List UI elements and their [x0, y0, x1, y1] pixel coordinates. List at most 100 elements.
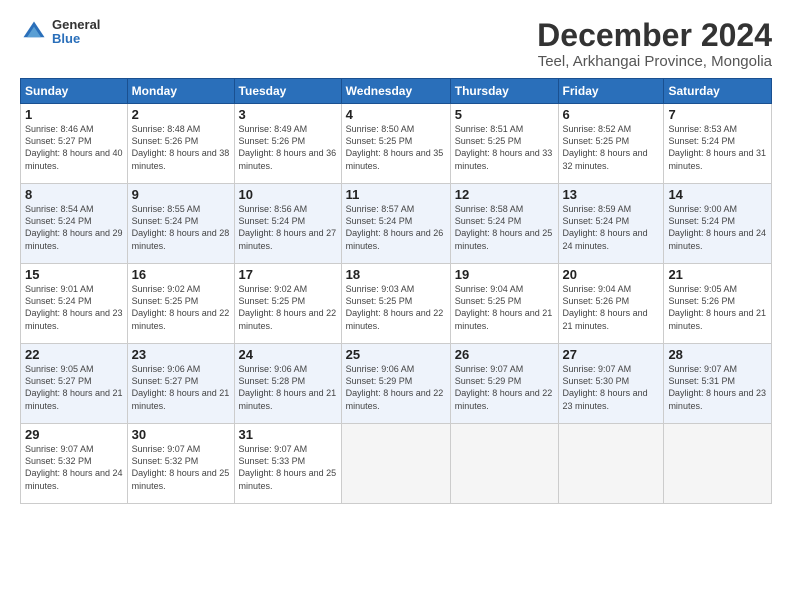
- day-cell: 20Sunrise: 9:04 AM Sunset: 5:26 PM Dayli…: [558, 264, 664, 344]
- day-info: Sunrise: 8:58 AM Sunset: 5:24 PM Dayligh…: [455, 203, 554, 252]
- day-number: 7: [668, 107, 767, 122]
- day-number: 26: [455, 347, 554, 362]
- day-cell: 4Sunrise: 8:50 AM Sunset: 5:25 PM Daylig…: [341, 104, 450, 184]
- day-cell: 22Sunrise: 9:05 AM Sunset: 5:27 PM Dayli…: [21, 344, 128, 424]
- day-cell: 15Sunrise: 9:01 AM Sunset: 5:24 PM Dayli…: [21, 264, 128, 344]
- day-info: Sunrise: 8:55 AM Sunset: 5:24 PM Dayligh…: [132, 203, 230, 252]
- week-row-4: 22Sunrise: 9:05 AM Sunset: 5:27 PM Dayli…: [21, 344, 772, 424]
- day-cell: 27Sunrise: 9:07 AM Sunset: 5:30 PM Dayli…: [558, 344, 664, 424]
- day-cell: [450, 424, 558, 504]
- col-tuesday: Tuesday: [234, 79, 341, 104]
- day-number: 23: [132, 347, 230, 362]
- day-info: Sunrise: 9:07 AM Sunset: 5:33 PM Dayligh…: [239, 443, 337, 492]
- day-info: Sunrise: 8:49 AM Sunset: 5:26 PM Dayligh…: [239, 123, 337, 172]
- day-info: Sunrise: 9:00 AM Sunset: 5:24 PM Dayligh…: [668, 203, 767, 252]
- day-number: 5: [455, 107, 554, 122]
- day-cell: 18Sunrise: 9:03 AM Sunset: 5:25 PM Dayli…: [341, 264, 450, 344]
- day-info: Sunrise: 9:07 AM Sunset: 5:32 PM Dayligh…: [25, 443, 123, 492]
- day-cell: 21Sunrise: 9:05 AM Sunset: 5:26 PM Dayli…: [664, 264, 772, 344]
- day-cell: 2Sunrise: 8:48 AM Sunset: 5:26 PM Daylig…: [127, 104, 234, 184]
- day-info: Sunrise: 9:07 AM Sunset: 5:29 PM Dayligh…: [455, 363, 554, 412]
- day-info: Sunrise: 9:04 AM Sunset: 5:26 PM Dayligh…: [563, 283, 660, 332]
- logo-general-label: General: [52, 18, 100, 32]
- header-row: Sunday Monday Tuesday Wednesday Thursday…: [21, 79, 772, 104]
- calendar-table: Sunday Monday Tuesday Wednesday Thursday…: [20, 78, 772, 504]
- day-cell: 25Sunrise: 9:06 AM Sunset: 5:29 PM Dayli…: [341, 344, 450, 424]
- day-cell: 1Sunrise: 8:46 AM Sunset: 5:27 PM Daylig…: [21, 104, 128, 184]
- day-number: 9: [132, 187, 230, 202]
- day-number: 12: [455, 187, 554, 202]
- day-info: Sunrise: 8:46 AM Sunset: 5:27 PM Dayligh…: [25, 123, 123, 172]
- col-thursday: Thursday: [450, 79, 558, 104]
- day-info: Sunrise: 8:57 AM Sunset: 5:24 PM Dayligh…: [346, 203, 446, 252]
- day-number: 19: [455, 267, 554, 282]
- day-info: Sunrise: 9:05 AM Sunset: 5:27 PM Dayligh…: [25, 363, 123, 412]
- logo-text: General Blue: [52, 18, 100, 47]
- logo-icon: [20, 18, 48, 46]
- day-number: 16: [132, 267, 230, 282]
- day-cell: 6Sunrise: 8:52 AM Sunset: 5:25 PM Daylig…: [558, 104, 664, 184]
- day-number: 4: [346, 107, 446, 122]
- day-cell: 29Sunrise: 9:07 AM Sunset: 5:32 PM Dayli…: [21, 424, 128, 504]
- day-cell: [558, 424, 664, 504]
- day-cell: 24Sunrise: 9:06 AM Sunset: 5:28 PM Dayli…: [234, 344, 341, 424]
- day-cell: 17Sunrise: 9:02 AM Sunset: 5:25 PM Dayli…: [234, 264, 341, 344]
- day-cell: 23Sunrise: 9:06 AM Sunset: 5:27 PM Dayli…: [127, 344, 234, 424]
- day-info: Sunrise: 9:03 AM Sunset: 5:25 PM Dayligh…: [346, 283, 446, 332]
- week-row-5: 29Sunrise: 9:07 AM Sunset: 5:32 PM Dayli…: [21, 424, 772, 504]
- day-number: 27: [563, 347, 660, 362]
- day-cell: 8Sunrise: 8:54 AM Sunset: 5:24 PM Daylig…: [21, 184, 128, 264]
- day-info: Sunrise: 9:02 AM Sunset: 5:25 PM Dayligh…: [239, 283, 337, 332]
- col-saturday: Saturday: [664, 79, 772, 104]
- calendar-subtitle: Teel, Arkhangai Province, Mongolia: [537, 53, 772, 70]
- header: General Blue December 2024 Teel, Arkhang…: [20, 18, 772, 70]
- day-info: Sunrise: 8:54 AM Sunset: 5:24 PM Dayligh…: [25, 203, 123, 252]
- day-number: 6: [563, 107, 660, 122]
- day-number: 10: [239, 187, 337, 202]
- logo-blue-label: Blue: [52, 32, 100, 46]
- day-cell: 19Sunrise: 9:04 AM Sunset: 5:25 PM Dayli…: [450, 264, 558, 344]
- day-cell: 7Sunrise: 8:53 AM Sunset: 5:24 PM Daylig…: [664, 104, 772, 184]
- day-info: Sunrise: 9:04 AM Sunset: 5:25 PM Dayligh…: [455, 283, 554, 332]
- day-number: 3: [239, 107, 337, 122]
- day-cell: 14Sunrise: 9:00 AM Sunset: 5:24 PM Dayli…: [664, 184, 772, 264]
- day-number: 15: [25, 267, 123, 282]
- title-block: December 2024 Teel, Arkhangai Province, …: [537, 18, 772, 70]
- calendar-title: December 2024: [537, 18, 772, 53]
- day-number: 30: [132, 427, 230, 442]
- day-number: 11: [346, 187, 446, 202]
- day-number: 1: [25, 107, 123, 122]
- col-friday: Friday: [558, 79, 664, 104]
- day-info: Sunrise: 8:48 AM Sunset: 5:26 PM Dayligh…: [132, 123, 230, 172]
- day-info: Sunrise: 9:07 AM Sunset: 5:30 PM Dayligh…: [563, 363, 660, 412]
- day-cell: 13Sunrise: 8:59 AM Sunset: 5:24 PM Dayli…: [558, 184, 664, 264]
- day-number: 17: [239, 267, 337, 282]
- day-info: Sunrise: 8:51 AM Sunset: 5:25 PM Dayligh…: [455, 123, 554, 172]
- week-row-1: 1Sunrise: 8:46 AM Sunset: 5:27 PM Daylig…: [21, 104, 772, 184]
- day-info: Sunrise: 8:56 AM Sunset: 5:24 PM Dayligh…: [239, 203, 337, 252]
- day-info: Sunrise: 8:52 AM Sunset: 5:25 PM Dayligh…: [563, 123, 660, 172]
- day-cell: 30Sunrise: 9:07 AM Sunset: 5:32 PM Dayli…: [127, 424, 234, 504]
- day-number: 22: [25, 347, 123, 362]
- day-cell: 10Sunrise: 8:56 AM Sunset: 5:24 PM Dayli…: [234, 184, 341, 264]
- day-cell: 12Sunrise: 8:58 AM Sunset: 5:24 PM Dayli…: [450, 184, 558, 264]
- page: General Blue December 2024 Teel, Arkhang…: [0, 0, 792, 612]
- day-info: Sunrise: 9:07 AM Sunset: 5:32 PM Dayligh…: [132, 443, 230, 492]
- day-cell: 31Sunrise: 9:07 AM Sunset: 5:33 PM Dayli…: [234, 424, 341, 504]
- day-cell: 16Sunrise: 9:02 AM Sunset: 5:25 PM Dayli…: [127, 264, 234, 344]
- week-row-3: 15Sunrise: 9:01 AM Sunset: 5:24 PM Dayli…: [21, 264, 772, 344]
- col-wednesday: Wednesday: [341, 79, 450, 104]
- day-number: 8: [25, 187, 123, 202]
- day-cell: 3Sunrise: 8:49 AM Sunset: 5:26 PM Daylig…: [234, 104, 341, 184]
- day-info: Sunrise: 9:06 AM Sunset: 5:27 PM Dayligh…: [132, 363, 230, 412]
- day-cell: [341, 424, 450, 504]
- day-cell: 26Sunrise: 9:07 AM Sunset: 5:29 PM Dayli…: [450, 344, 558, 424]
- day-cell: 5Sunrise: 8:51 AM Sunset: 5:25 PM Daylig…: [450, 104, 558, 184]
- col-sunday: Sunday: [21, 79, 128, 104]
- day-cell: [664, 424, 772, 504]
- day-info: Sunrise: 9:05 AM Sunset: 5:26 PM Dayligh…: [668, 283, 767, 332]
- day-info: Sunrise: 9:07 AM Sunset: 5:31 PM Dayligh…: [668, 363, 767, 412]
- day-number: 28: [668, 347, 767, 362]
- day-cell: 11Sunrise: 8:57 AM Sunset: 5:24 PM Dayli…: [341, 184, 450, 264]
- day-info: Sunrise: 9:02 AM Sunset: 5:25 PM Dayligh…: [132, 283, 230, 332]
